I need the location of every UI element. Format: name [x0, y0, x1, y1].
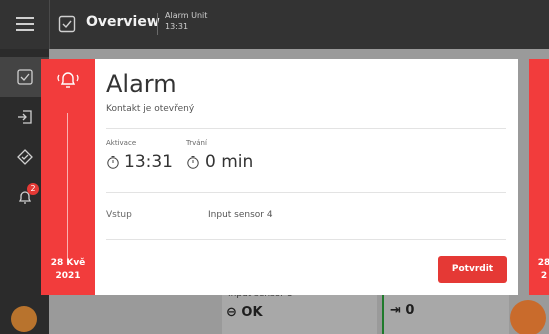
divider: [157, 13, 158, 35]
alarm-count-badge: 2: [27, 183, 39, 195]
stopwatch-icon: [187, 156, 199, 169]
settings-fab[interactable]: [510, 300, 546, 334]
alarm-date-year: 2021: [55, 271, 81, 281]
divider: [49, 0, 50, 49]
next-alarm-strip[interactable]: 28 2: [529, 59, 549, 295]
avatar[interactable]: [11, 306, 37, 332]
input-value: Input sensor 4: [208, 210, 273, 220]
input-card-status-value: OK: [241, 305, 263, 320]
overview-icon: [17, 149, 33, 165]
activation-label: Aktivace: [106, 139, 137, 147]
overview-icon: [17, 69, 33, 85]
input-card-count-value: 0: [405, 303, 415, 318]
stopwatch-icon: [107, 156, 119, 169]
input-card-status: ⊖ OK: [226, 305, 263, 320]
next-alarm-date-year: 2: [540, 271, 548, 281]
alarm-subtitle: Kontakt je otevřený: [106, 104, 195, 114]
top-bar: Overview Alarm Unit 13:31: [0, 0, 549, 49]
divider: [106, 192, 506, 193]
divider: [67, 113, 68, 263]
next-alarm-date-day: 28: [537, 258, 549, 268]
door-exit-icon: [18, 110, 32, 124]
duration-label: Trvání: [186, 139, 207, 147]
page-title: Overview: [86, 14, 160, 30]
overview-icon: [58, 15, 76, 33]
alarm-date-day: 28 Kvě: [50, 258, 86, 268]
alarm-title: Alarm: [106, 70, 177, 98]
divider: [106, 239, 506, 240]
unit-name: Alarm Unit: [165, 11, 208, 20]
confirm-button[interactable]: Potvrdit: [438, 256, 507, 283]
unit-time: 13:31: [165, 22, 189, 31]
activation-value: 13:31: [124, 152, 173, 172]
input-label: Vstup: [106, 210, 132, 220]
menu-icon[interactable]: [16, 17, 38, 33]
alarm-strip: 28 Kvě 2021: [41, 59, 95, 295]
alarm-bell-icon: [57, 72, 79, 88]
duration-value: 0 min: [205, 152, 254, 172]
divider: [106, 128, 506, 129]
input-card-count: ⇥ 0: [390, 303, 415, 318]
alarm-dialog: Alarm Kontakt je otevřený Aktivace 13:31…: [95, 59, 518, 295]
